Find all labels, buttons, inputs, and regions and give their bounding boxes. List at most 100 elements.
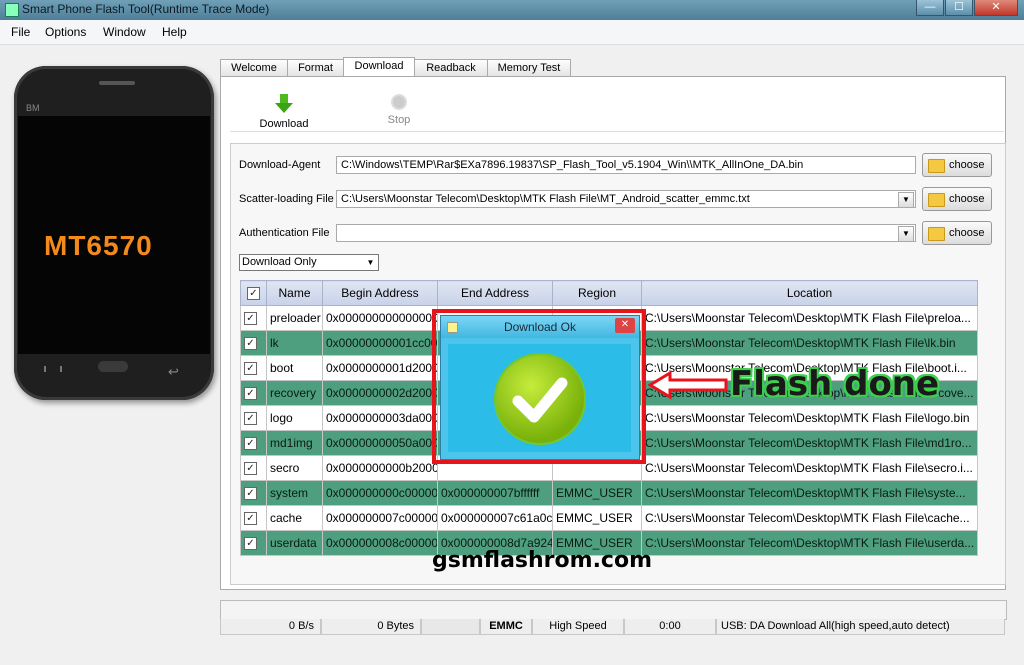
minimize-button[interactable]: — bbox=[916, 0, 944, 16]
download-agent-choose-button[interactable]: choose bbox=[922, 153, 992, 177]
cell-name: logo bbox=[266, 405, 323, 431]
row-checkbox[interactable]: ✓ bbox=[240, 505, 267, 531]
cell-end-address: 0x000000007c61a0cf bbox=[437, 505, 553, 531]
cell-name: boot bbox=[266, 355, 323, 381]
auth-file-field[interactable]: ▼ bbox=[336, 224, 916, 242]
cell-end-address: 0x000000007bffffff bbox=[437, 480, 553, 506]
stop-icon bbox=[391, 94, 407, 110]
menu-help[interactable]: Help bbox=[162, 25, 187, 39]
scatter-file-value: C:\Users\Moonstar Telecom\Desktop\MTK Fl… bbox=[341, 193, 750, 205]
col-region[interactable]: Region bbox=[552, 280, 642, 306]
download-arrow-icon bbox=[275, 94, 293, 113]
select-all-checkbox[interactable]: ✓ bbox=[240, 280, 267, 306]
cell-location: C:\Users\Moonstar Telecom\Desktop\MTK Fl… bbox=[641, 480, 978, 506]
row-checkbox[interactable]: ✓ bbox=[240, 355, 267, 381]
cell-begin-address: 0x0000000000000000 bbox=[322, 305, 438, 331]
folder-icon bbox=[928, 193, 945, 207]
cell-begin-address: 0x00000000001cc0000 bbox=[322, 330, 438, 356]
download-mode-value: Download Only bbox=[242, 256, 317, 268]
cell-begin-address: 0x0000000003da0000 bbox=[322, 405, 438, 431]
cell-region: EMMC_USER bbox=[552, 505, 642, 531]
cell-name: recovery bbox=[266, 380, 323, 406]
row-checkbox[interactable]: ✓ bbox=[240, 455, 267, 481]
status-bytes: 0 Bytes bbox=[321, 619, 421, 635]
auth-choose-button[interactable]: choose bbox=[922, 221, 992, 245]
scatter-choose-button[interactable]: choose bbox=[922, 187, 992, 211]
menu-options[interactable]: Options bbox=[45, 25, 86, 39]
cell-begin-address: 0x0000000000b200000 bbox=[322, 455, 438, 481]
scatter-file-field[interactable]: C:\Users\Moonstar Telecom\Desktop\MTK Fl… bbox=[336, 190, 916, 208]
tab-download[interactable]: Download bbox=[343, 57, 415, 78]
dialog-title: Download Ok bbox=[503, 320, 577, 334]
status-time: 0:00 bbox=[624, 619, 716, 635]
table-row[interactable]: ✓ system 0x000000000c000000 0x000000007bfff… bbox=[240, 480, 978, 506]
row-checkbox[interactable]: ✓ bbox=[240, 380, 267, 406]
status-bar: 0 B/s 0 Bytes EMMC High Speed 0:00 USB: … bbox=[220, 619, 1005, 635]
home-button-icon bbox=[98, 361, 128, 372]
download-agent-label: Download-Agent bbox=[239, 159, 321, 171]
cell-location: C:\Users\Moonstar Telecom\Desktop\MTK Fl… bbox=[641, 305, 978, 331]
col-name[interactable]: Name bbox=[266, 280, 323, 306]
toolbar-divider bbox=[230, 131, 1004, 132]
cell-name: cache bbox=[266, 505, 323, 531]
col-begin-address[interactable]: Begin Address bbox=[322, 280, 438, 306]
cell-name: preloader bbox=[266, 305, 323, 331]
tab-readback[interactable]: Readback bbox=[414, 59, 488, 77]
dialog-titlebar: Download Ok ✕ bbox=[441, 316, 639, 338]
cell-name: lk bbox=[266, 330, 323, 356]
row-checkbox[interactable]: ✓ bbox=[240, 305, 267, 331]
col-end-address[interactable]: End Address bbox=[437, 280, 553, 306]
back-key-icon: ↩ bbox=[168, 364, 179, 379]
choose-label: choose bbox=[949, 193, 985, 205]
choose-label: choose bbox=[949, 159, 985, 171]
col-location[interactable]: Location bbox=[641, 280, 978, 306]
close-window-button[interactable]: ✕ bbox=[974, 0, 1018, 16]
download-agent-field[interactable]: C:\Windows\TEMP\Rar$EXa7896.19837\SP_Fla… bbox=[336, 156, 916, 174]
choose-label: choose bbox=[949, 227, 985, 239]
download-button[interactable]: Download bbox=[259, 94, 309, 130]
table-row[interactable]: ✓ cache 0x000000007c000000 0x000000007c61a0… bbox=[240, 505, 978, 531]
menu-window[interactable]: Window bbox=[103, 25, 146, 39]
auth-file-label: Authentication File bbox=[239, 227, 330, 239]
tab-welcome[interactable]: Welcome bbox=[220, 59, 288, 77]
cell-begin-address: 0x0000000002d20000 bbox=[322, 380, 438, 406]
status-storage: EMMC bbox=[480, 619, 532, 635]
app-icon bbox=[5, 3, 19, 17]
stop-label: Stop bbox=[387, 114, 411, 126]
cell-begin-address: 0x000000008c000000 bbox=[322, 530, 438, 556]
tab-format[interactable]: Format bbox=[287, 59, 344, 77]
phone-speaker bbox=[99, 81, 135, 85]
menu-file[interactable]: File bbox=[11, 25, 30, 39]
status-mode: High Speed bbox=[532, 619, 624, 635]
row-checkbox[interactable]: ✓ bbox=[240, 480, 267, 506]
cell-begin-address: 0x0000000001d20000 bbox=[322, 355, 438, 381]
row-checkbox[interactable]: ✓ bbox=[240, 530, 267, 556]
table-header: ✓ Name Begin Address End Address Region … bbox=[240, 280, 978, 306]
annotation-arrow-icon bbox=[648, 370, 728, 400]
flash-done-annotation: Flash done bbox=[730, 364, 940, 404]
cell-location: C:\Users\Moonstar Telecom\Desktop\MTK Fl… bbox=[641, 505, 978, 531]
chip-model: MT6570 bbox=[44, 230, 153, 261]
dropdown-arrow-icon[interactable]: ▼ bbox=[898, 226, 914, 241]
status-usb: USB: DA Download All(high speed,auto det… bbox=[716, 619, 1005, 635]
tab-memory-test[interactable]: Memory Test bbox=[487, 59, 571, 77]
menu-key-icon bbox=[44, 366, 62, 372]
cell-location: C:\Users\Moonstar Telecom\Desktop\MTK Fl… bbox=[641, 430, 978, 456]
row-checkbox[interactable]: ✓ bbox=[240, 430, 267, 456]
window-title: Smart Phone Flash Tool(Runtime Trace Mod… bbox=[22, 2, 270, 16]
title-bar: Smart Phone Flash Tool(Runtime Trace Mod… bbox=[0, 0, 1024, 20]
cell-name: system bbox=[266, 480, 323, 506]
status-speed: 0 B/s bbox=[220, 619, 321, 635]
cell-begin-address: 0x000000007c000000 bbox=[322, 505, 438, 531]
dialog-body bbox=[448, 344, 631, 452]
download-mode-select[interactable]: Download Only ▼ bbox=[239, 254, 379, 271]
watermark: gsmflashrom.com bbox=[432, 548, 652, 573]
cell-name: secro bbox=[266, 455, 323, 481]
maximize-button[interactable]: ☐ bbox=[945, 0, 973, 16]
row-checkbox[interactable]: ✓ bbox=[240, 330, 267, 356]
dropdown-arrow-icon[interactable]: ▼ bbox=[898, 192, 914, 207]
stop-button[interactable]: Stop bbox=[379, 94, 419, 126]
folder-icon bbox=[928, 159, 945, 173]
dialog-close-button[interactable]: ✕ bbox=[615, 318, 635, 333]
row-checkbox[interactable]: ✓ bbox=[240, 405, 267, 431]
